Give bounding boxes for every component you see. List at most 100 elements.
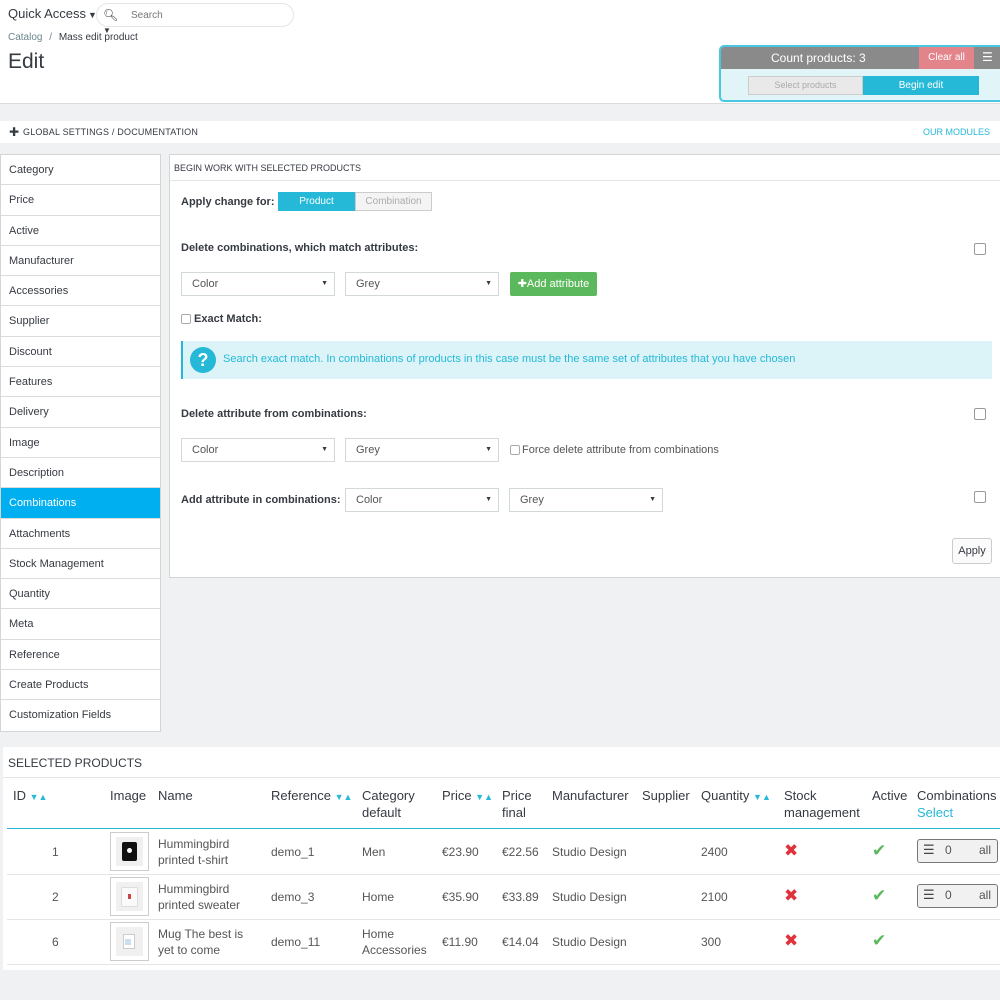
combinations-control[interactable]: ☰ 0 all	[917, 839, 998, 863]
cross-icon[interactable]: ✖	[784, 886, 798, 906]
attribute-select-3[interactable]: Color ▼	[345, 488, 499, 512]
column-header-quantity-label: Quantity	[701, 788, 750, 803]
sort-icon[interactable]: ▼▲	[335, 792, 353, 802]
sidebar-item-reference[interactable]: Reference	[1, 640, 160, 671]
sidebar-item-accessories[interactable]: Accessories	[1, 276, 160, 307]
breadcrumb-current: Mass edit product	[58, 32, 138, 43]
add-attribute-checkbox[interactable]	[974, 491, 986, 503]
panel-heading: BEGIN WORK WITH SELECTED PRODUCTS	[170, 155, 1000, 181]
product-thumbnail	[110, 832, 149, 871]
sort-icon[interactable]: ▼▲	[30, 792, 48, 802]
sidebar-item-description[interactable]: Description	[1, 458, 160, 489]
our-modules-link[interactable]: OUR MODULES	[923, 127, 990, 137]
column-header-price[interactable]: Price ▼▲	[442, 787, 493, 806]
table-header-divider	[7, 828, 1000, 829]
count-products-text: Count products: 3	[771, 51, 866, 65]
check-icon[interactable]: ✔	[872, 931, 886, 951]
exact-match-label: Exact Match:	[194, 313, 262, 325]
attribute-select-2[interactable]: Color ▼	[181, 438, 335, 462]
apply-button[interactable]: Apply	[952, 538, 992, 564]
row-divider	[7, 874, 1000, 875]
search-input[interactable]	[131, 7, 281, 23]
column-header-reference[interactable]: Reference ▼▲	[271, 787, 352, 806]
column-header-manufacturer: Manufacturer	[552, 788, 629, 803]
select-products-button[interactable]: Select products	[748, 76, 863, 95]
sidebar-item-quantity[interactable]: Quantity	[1, 579, 160, 610]
table-row-3-name: Mug The best is yet to come	[158, 926, 243, 958]
count-panel-body: Select products Begin edit	[721, 69, 1000, 100]
check-icon[interactable]: ✔	[872, 886, 886, 906]
begin-edit-button[interactable]: Begin edit	[863, 76, 979, 95]
list-menu-icon[interactable]: ☰	[982, 50, 996, 64]
attribute-select-1-value: Color	[192, 278, 219, 290]
page-title: Edit	[8, 50, 45, 73]
attribute-select-1[interactable]: Color ▼	[181, 272, 335, 296]
sidebar-item-supplier[interactable]: Supplier	[1, 306, 160, 337]
sort-icon[interactable]: ▼▲	[753, 792, 771, 802]
sidebar-item-active[interactable]: Active	[1, 216, 160, 246]
sidebar-item-features[interactable]: Features	[1, 367, 160, 398]
sidebar-item-meta[interactable]: Meta	[1, 609, 160, 640]
column-header-stock-line1: Stock	[784, 788, 817, 803]
clear-all-button[interactable]: Clear all	[919, 47, 974, 69]
check-icon[interactable]: ✔	[872, 841, 886, 861]
breadcrumb-catalog[interactable]: Catalog	[8, 32, 42, 43]
combinations-all[interactable]: all	[979, 843, 991, 857]
table-row-2-reference: demo_3	[271, 890, 315, 904]
sidebar-item-combinations[interactable]: Combinations	[1, 488, 160, 519]
column-header-price-final: Price final	[502, 787, 532, 821]
combinations-control[interactable]: ☰ 0 all	[917, 884, 998, 908]
cross-icon[interactable]: ✖	[784, 931, 798, 951]
combinations-select-link[interactable]: Select	[917, 805, 953, 820]
table-row-1-name-line1: Hummingbird	[158, 837, 230, 851]
table-row-1-category: Men	[362, 845, 386, 859]
column-header-image: Image	[110, 788, 147, 803]
combinations-all[interactable]: all	[979, 888, 991, 902]
delete-attribute-checkbox[interactable]	[974, 408, 986, 420]
value-select-3[interactable]: Grey ▼	[509, 488, 663, 512]
column-header-id[interactable]: ID ▼▲	[13, 787, 47, 806]
table-row-3-category-line1: Home	[362, 927, 395, 941]
sidebar-item-create-products[interactable]: Create Products	[1, 670, 160, 701]
column-header-combinations-label: Combinations	[917, 788, 997, 803]
delete-combinations-checkbox[interactable]	[974, 243, 986, 255]
table-row-2-name: Hummingbird printed sweater	[158, 881, 240, 913]
sidebar-item-stock-management[interactable]: Stock Management	[1, 549, 160, 580]
sort-icon[interactable]: ▼▲	[475, 792, 493, 802]
table-row-1-id: 1	[52, 845, 59, 859]
column-header-reference-label: Reference	[271, 788, 331, 803]
table-row-2-manufacturer: Studio Design	[552, 890, 627, 904]
combinations-panel: BEGIN WORK WITH SELECTED PRODUCTS Apply …	[169, 154, 1000, 578]
exact-match-checkbox[interactable]	[181, 314, 191, 324]
column-header-quantity[interactable]: Quantity ▼▲	[701, 787, 771, 806]
sidebar-item-discount[interactable]: Discount	[1, 337, 160, 368]
row-divider	[7, 919, 1000, 920]
toggle-combination-button[interactable]: Combination	[355, 192, 432, 211]
cross-icon[interactable]: ✖	[784, 841, 798, 861]
force-delete-checkbox[interactable]	[510, 445, 520, 455]
combinations-count: 0	[945, 888, 952, 902]
column-header-name: Name	[158, 788, 193, 803]
sidebar-item-category[interactable]: Category	[1, 155, 160, 186]
global-settings-link[interactable]: GLOBAL SETTINGS / DOCUMENTATION	[23, 127, 198, 137]
sidebar-item-customization-fields[interactable]: Customization Fields	[1, 700, 160, 730]
value-select-2[interactable]: Grey ▼	[345, 438, 499, 462]
delete-combinations-label: Delete combinations, which match attribu…	[181, 242, 419, 254]
table-row-3-name-line2: yet to come	[158, 943, 221, 957]
quick-access-menu[interactable]: Quick Access ▼	[8, 6, 97, 21]
breadcrumb-separator: /	[49, 32, 53, 43]
chevron-down-icon: ▼	[485, 280, 492, 287]
sidebar-item-price[interactable]: Price	[1, 185, 160, 216]
sidebar-item-attachments[interactable]: Attachments	[1, 519, 160, 549]
sidebar-item-delivery[interactable]: Delivery	[1, 397, 160, 428]
list-icon: ☰	[923, 887, 935, 902]
add-attribute-button[interactable]: ✚Add attribute	[510, 272, 597, 296]
value-select-2-value: Grey	[356, 444, 380, 456]
table-row-3-name-line1: Mug The best is	[158, 927, 244, 941]
sidebar-item-manufacturer[interactable]: Manufacturer	[1, 246, 160, 277]
plus-icon[interactable]: ✚	[9, 125, 19, 139]
table-row-2-price-final: €33.89	[502, 890, 539, 904]
toggle-product-button[interactable]: Product	[278, 192, 355, 211]
value-select-1[interactable]: Grey ▼	[345, 272, 499, 296]
sidebar-item-image[interactable]: Image	[1, 428, 160, 458]
